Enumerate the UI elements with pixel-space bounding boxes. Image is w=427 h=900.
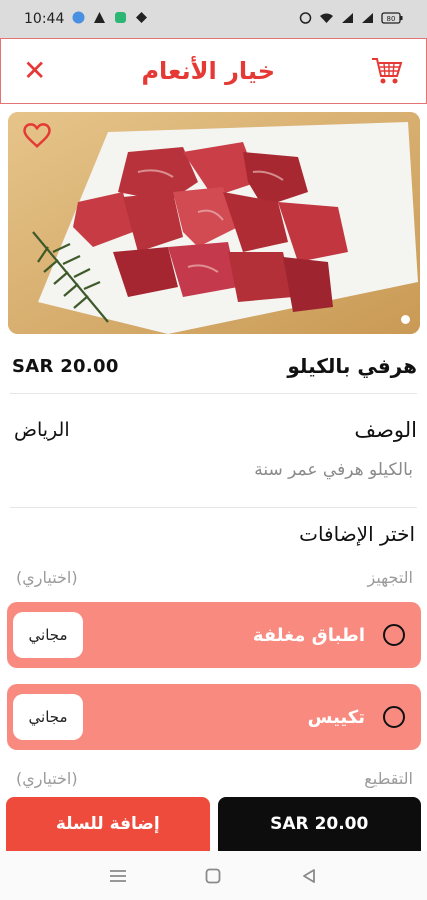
signal-icon [361, 12, 374, 27]
free-badge: مجاني [13, 612, 83, 658]
description-title: الوصف [354, 418, 417, 442]
addon-group-header: (اختياري) التجهيز [0, 564, 427, 590]
divider [10, 393, 417, 394]
system-nav-bar [0, 851, 427, 900]
option-label: اطباق مغلفة [252, 624, 365, 646]
app-header: ✕ خيار الأنعام [0, 38, 427, 104]
city-label: الرياض [14, 419, 70, 441]
alarm-icon [299, 11, 312, 27]
bottom-action-bar: إضافة للسلة SAR 20.00 [0, 797, 427, 851]
warning-icon [93, 11, 106, 28]
product-price: SAR 20.00 [12, 355, 119, 377]
battery-level: 80 [387, 15, 396, 23]
description-header: الرياض الوصف [0, 412, 427, 448]
image-page-indicator[interactable] [401, 315, 410, 324]
meat-cubes-photo [8, 112, 420, 334]
addon-group-header: (اختياري) التقطيع [0, 765, 427, 791]
addon-option-wrapped-plates[interactable]: مجاني اطباق مغلفة [7, 602, 421, 668]
total-price: SAR 20.00 [217, 797, 421, 851]
close-icon[interactable]: ✕ [23, 57, 46, 85]
add-to-cart-button[interactable]: إضافة للسلة [6, 797, 210, 851]
free-badge: مجاني [13, 694, 83, 740]
product-image[interactable] [8, 112, 420, 334]
status-bar: 10:44 80 [0, 0, 427, 38]
product-name: هرفي بالكيلو [287, 354, 417, 378]
product-info-row: SAR 20.00 هرفي بالكيلو [0, 346, 427, 386]
description-text: بالكيلو هرفي عمر سنة [254, 460, 413, 480]
option-label-group: تكييس [308, 706, 405, 728]
option-label: تكييس [307, 706, 365, 728]
wifi-icon [319, 12, 334, 27]
status-time: 10:44 [24, 11, 65, 27]
home-icon[interactable] [200, 863, 226, 889]
chat-icon [114, 11, 127, 28]
back-icon[interactable] [296, 863, 322, 889]
cart-icon[interactable] [370, 54, 404, 88]
option-label-group: اطباق مغلفة [253, 624, 405, 646]
heart-icon[interactable] [22, 120, 52, 150]
divider [10, 507, 417, 508]
page-title: خيار الأنعام [141, 57, 275, 85]
addon-group-name: التجهيز [367, 567, 413, 587]
optional-label: (اختياري) [16, 567, 78, 587]
optional-label: (اختياري) [16, 768, 78, 788]
radio-button[interactable] [383, 624, 405, 646]
radio-button[interactable] [383, 706, 405, 728]
menu-icon[interactable] [105, 863, 131, 889]
status-left: 10:44 [24, 11, 148, 28]
facebook-icon [72, 11, 85, 28]
status-right: 80 [299, 11, 403, 27]
diamond-icon [135, 11, 148, 28]
addons-title: اختر الإضافات [299, 522, 415, 546]
signal-icon [341, 12, 354, 27]
addon-group-name: التقطيع [364, 768, 413, 788]
battery-icon: 80 [381, 11, 403, 27]
addon-option-bagging[interactable]: مجاني تكييس [7, 684, 421, 750]
